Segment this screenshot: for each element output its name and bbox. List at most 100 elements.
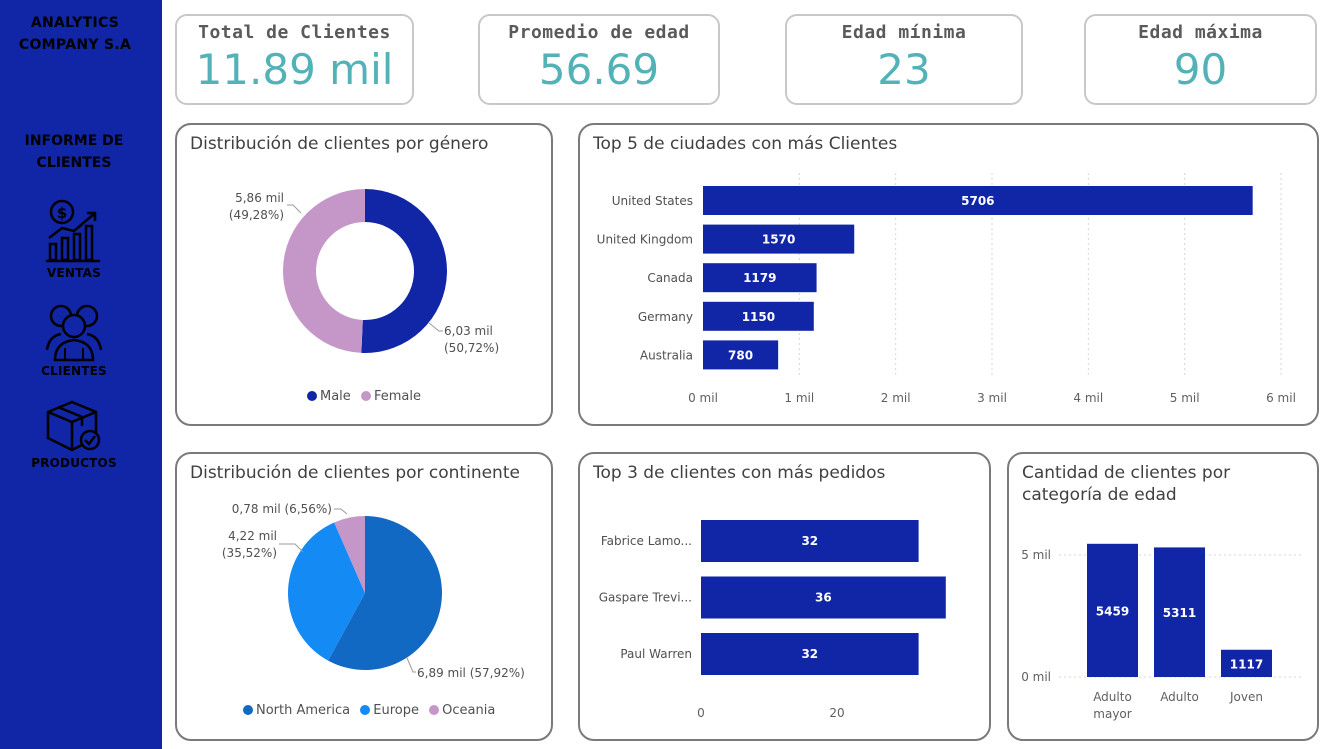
kpi-promedio-edad: Promedio de edad 56.69 (478, 14, 720, 105)
nav-label-ventas: VENTAS (47, 266, 101, 280)
legend-label: Female (373, 389, 421, 404)
sales-chart-icon: $ (46, 199, 100, 263)
kpi-value: 90 (1173, 45, 1228, 94)
cities-bar-chart: 0 mil 1 mil 2 mil 3 mil 4 mil 5 mil 6 mil Unite… (597, 173, 1296, 405)
legend-dot (243, 705, 253, 715)
data-label: 5,86 mil (235, 191, 284, 205)
bar-value-label: 32 (801, 647, 818, 661)
nav-productos[interactable]: PRODUCTOS (0, 398, 148, 470)
legend-item-female[interactable]: Female (360, 389, 421, 404)
bar-value-label: 36 (815, 591, 832, 605)
continent-legend: North America Europe Oceania (243, 703, 501, 718)
kpi-edad-maxima: Edad máxima 90 (1084, 14, 1317, 105)
svg-text:$: $ (57, 204, 67, 222)
legend-dot (360, 705, 371, 715)
kpi-title: Edad máxima (1138, 22, 1263, 43)
legend-label: North America (256, 703, 351, 718)
data-label: (50,72%) (444, 341, 499, 355)
data-label: 0,78 mil (6,56%) (232, 502, 332, 516)
x-tick-label: 4 mil (1073, 391, 1103, 405)
brand-title: ANALYTICS COMPANY S.A (0, 12, 150, 56)
brand-line-2: COMPANY S.A (18, 37, 132, 53)
bar-value-label: 5459 (1096, 604, 1129, 618)
bar-value-label: 1179 (743, 271, 776, 285)
report-title-line-2: CLIENTES (36, 155, 112, 171)
panel-gender: Distribución de clientes por género 6,03… (175, 123, 553, 426)
kpi-title: Total de Clientes (198, 22, 391, 43)
y-tick-label: Australia (640, 348, 693, 362)
y-tick-label: Paul Warren (620, 647, 692, 661)
dashboard: ANALYTICS COMPANY S.A INFORME DE CLIENTE… (0, 0, 1328, 749)
customers-icon (45, 304, 103, 362)
panel-continents: Distribución de clientes por continente … (175, 452, 553, 741)
bar-value-label: 1150 (742, 310, 775, 324)
nav-label-clientes: CLIENTES (41, 364, 107, 378)
bar-value-label: 5706 (961, 194, 994, 208)
leader-line (428, 322, 443, 332)
gender-legend: Male Female (307, 389, 427, 404)
product-box-icon (46, 400, 101, 452)
donut-slice-female (283, 189, 365, 353)
x-tick-label: Adulto (1160, 690, 1199, 704)
panel-cities: Top 5 de ciudades con más Clientes 0 mil… (578, 123, 1319, 426)
data-label: (35,52%) (222, 546, 277, 560)
continents-pie-chart: 6,89 mil (57,92%) 4,22 mil (35,52%) 0,78 mi… (222, 502, 525, 680)
x-tick-label: 0 mil (688, 391, 718, 405)
bar-value-label: 32 (801, 534, 818, 548)
x-tick-label: 5 mil (1170, 391, 1200, 405)
legend-label: Europe (373, 703, 419, 718)
legend-dot (307, 391, 317, 401)
sidebar: ANALYTICS COMPANY S.A INFORME DE CLIENTE… (0, 0, 162, 749)
leader-line (279, 543, 304, 553)
gender-donut-chart: 6,03 mil (50,72%) 5,86 mil (49,28%) (229, 189, 499, 355)
y-tick-label: 5 mil (1021, 548, 1051, 562)
data-label: (49,28%) (229, 208, 284, 222)
x-tick-label: Adulto (1093, 690, 1132, 704)
y-tick-label: Canada (647, 271, 693, 285)
x-tick-label: 6 mil (1266, 391, 1296, 405)
y-tick-label: Germany (638, 310, 693, 324)
report-title: INFORME DE CLIENTES (0, 130, 148, 174)
x-tick-label: Joven (1229, 690, 1263, 704)
panel-top-customers: Top 3 de clientes con más pedidos 0 20 Fab… (578, 452, 991, 741)
kpi-title: Edad mínima (841, 22, 967, 43)
legend-label: Male (320, 389, 351, 404)
y-tick-label: Fabrice Lamo... (601, 534, 692, 548)
kpi-edad-minima: Edad mínima 23 (785, 14, 1023, 105)
panel-age-category: Cantidad de clientes por categoría de ed… (1007, 452, 1319, 741)
leader-line (287, 204, 302, 214)
legend-dot (360, 391, 371, 401)
leader-line (406, 657, 416, 673)
bar-value-label: 780 (728, 348, 753, 362)
nav-label-productos: PRODUCTOS (31, 456, 117, 470)
x-tick-label: 2 mil (881, 391, 911, 405)
x-tick-label: mayor (1093, 707, 1131, 721)
top-customers-bar-chart: 0 20 Fabrice Lamo... 32 Gaspare Trevi... 36 Pa… (599, 520, 946, 720)
kpi-value: 56.69 (538, 45, 660, 94)
bar-value-label: 1570 (762, 233, 795, 247)
y-tick-label: United Kingdom (597, 233, 693, 247)
kpi-title: Promedio de edad (508, 22, 690, 43)
y-tick-label: United States (612, 194, 693, 208)
legend-dot (429, 705, 440, 715)
legend-item-male[interactable]: Male (307, 389, 351, 404)
data-label: 4,22 mil (228, 529, 277, 543)
y-tick-label: 0 mil (1021, 670, 1051, 684)
age-category-bar-chart: 0 mil 5 mil 5459 Adulto mayor 5311 Adulto 1117 J… (1021, 543, 1301, 721)
kpi-value: 23 (877, 45, 931, 94)
data-label: 6,89 mil (57,92%) (417, 666, 525, 680)
x-tick-label: 1 mil (784, 391, 814, 405)
nav-ventas[interactable]: $ VENTAS (0, 198, 148, 280)
bar-value-label: 1117 (1230, 657, 1263, 671)
nav-clientes[interactable]: CLIENTES (0, 300, 148, 378)
bar-value-label: 5311 (1163, 606, 1196, 620)
legend-item-europe[interactable]: Europe (360, 703, 419, 718)
legend-item-oceania[interactable]: Oceania (429, 703, 495, 718)
kpi-value: 11.89 mil (195, 45, 394, 94)
legend-item-north-america[interactable]: North America (243, 703, 350, 718)
legend-label: Oceania (442, 703, 496, 718)
y-tick-label: Gaspare Trevi... (599, 591, 692, 605)
report-title-line-1: INFORME DE (24, 133, 124, 149)
x-tick-label: 3 mil (977, 391, 1007, 405)
donut-slice-male (361, 189, 448, 353)
